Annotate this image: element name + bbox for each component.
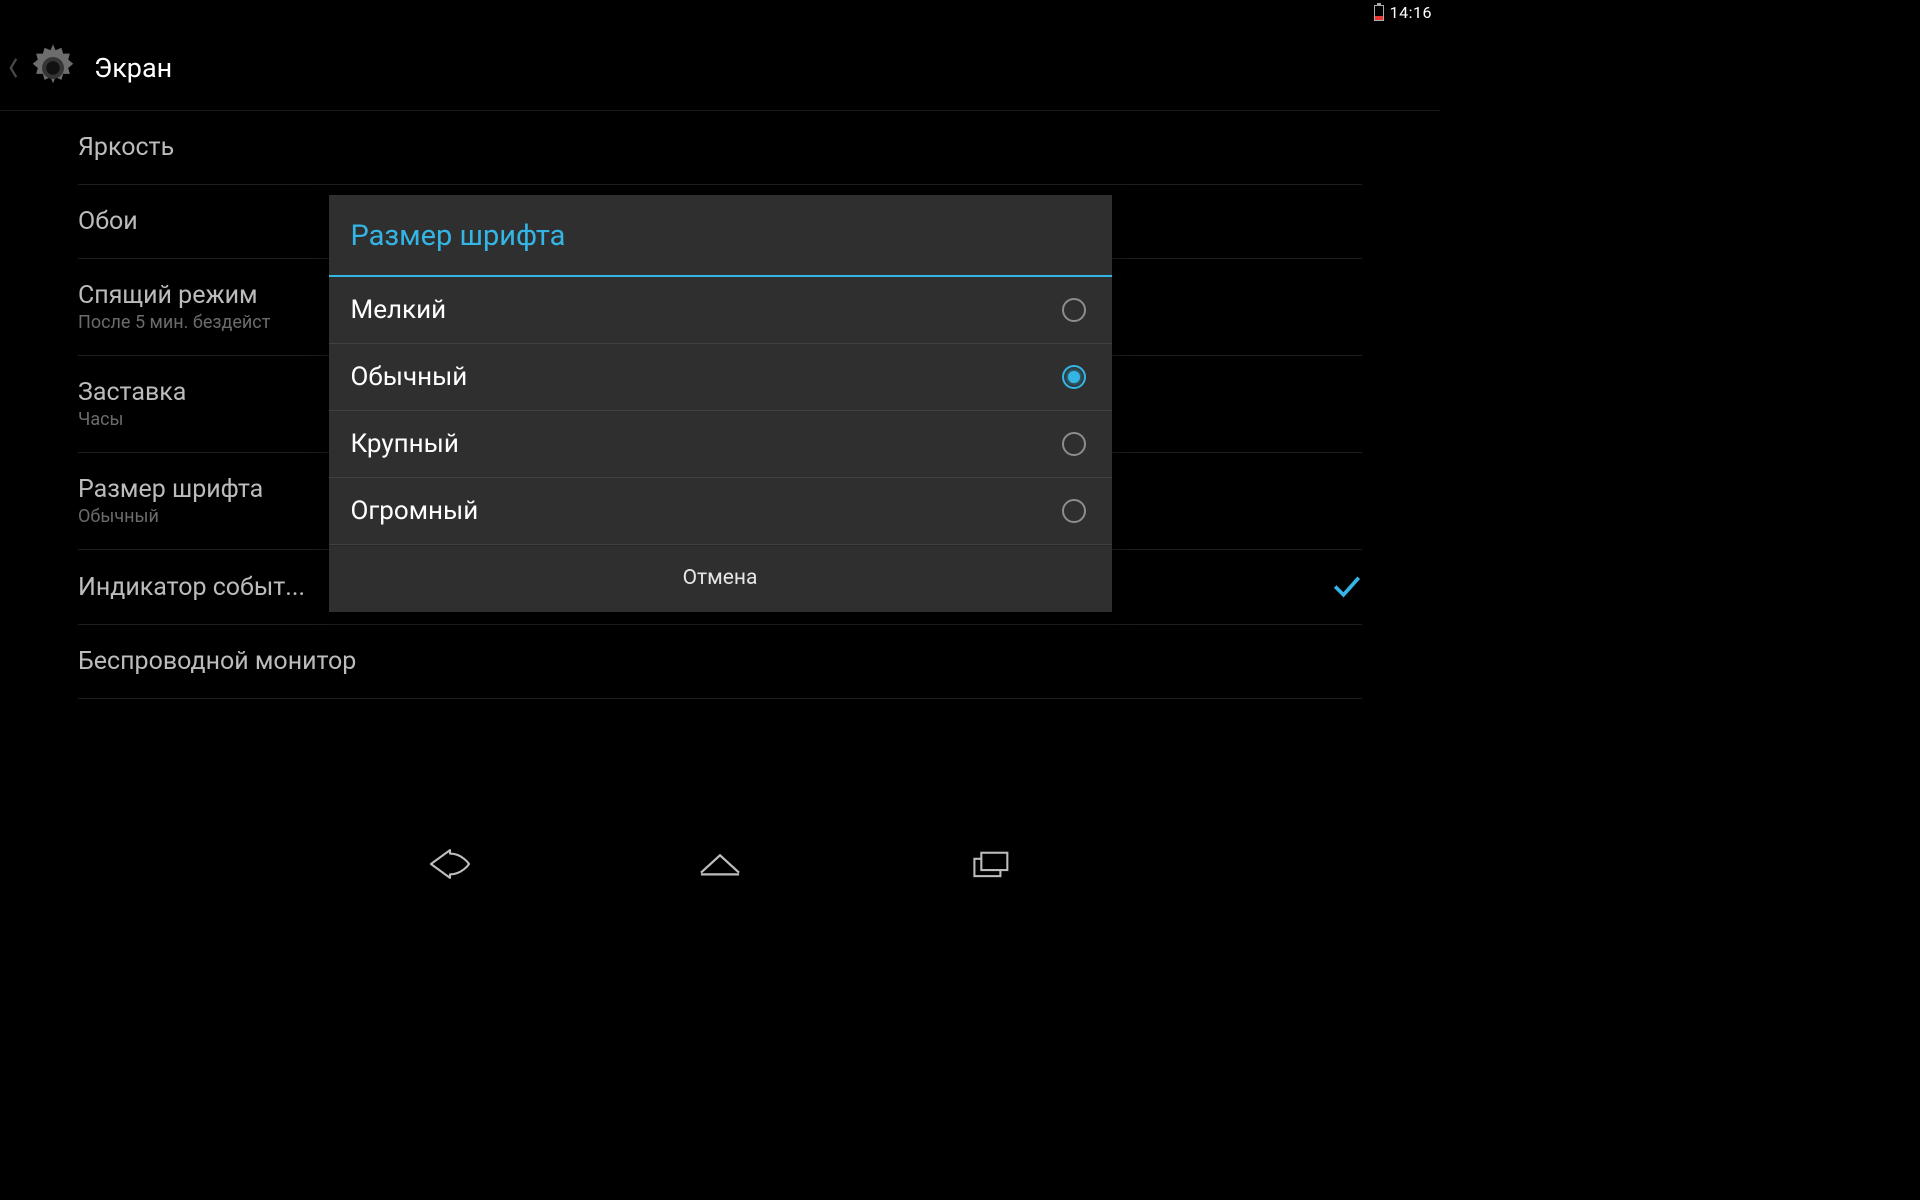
option-label: Огромный [351, 496, 479, 526]
radio-icon[interactable] [1062, 432, 1086, 456]
radio-icon[interactable] [1062, 499, 1086, 523]
cancel-button[interactable]: Отмена [329, 545, 1112, 612]
nav-recent-button[interactable] [960, 844, 1020, 884]
font-option-small[interactable]: Мелкий [329, 277, 1112, 344]
font-option-normal[interactable]: Обычный [329, 344, 1112, 411]
nav-bar [0, 828, 1440, 900]
option-label: Обычный [351, 362, 468, 392]
dialog-overlay: Размер шрифта Мелкий Обычный Крупный Огр… [0, 0, 1440, 900]
dialog-title: Размер шрифта [329, 195, 1112, 277]
option-label: Крупный [351, 429, 459, 459]
nav-back-button[interactable] [420, 844, 480, 884]
font-size-dialog: Размер шрифта Мелкий Обычный Крупный Огр… [329, 195, 1112, 612]
nav-home-button[interactable] [690, 844, 750, 884]
radio-icon[interactable] [1062, 298, 1086, 322]
option-label: Мелкий [351, 295, 447, 325]
font-option-huge[interactable]: Огромный [329, 478, 1112, 545]
font-option-large[interactable]: Крупный [329, 411, 1112, 478]
radio-checked-icon[interactable] [1062, 365, 1086, 389]
